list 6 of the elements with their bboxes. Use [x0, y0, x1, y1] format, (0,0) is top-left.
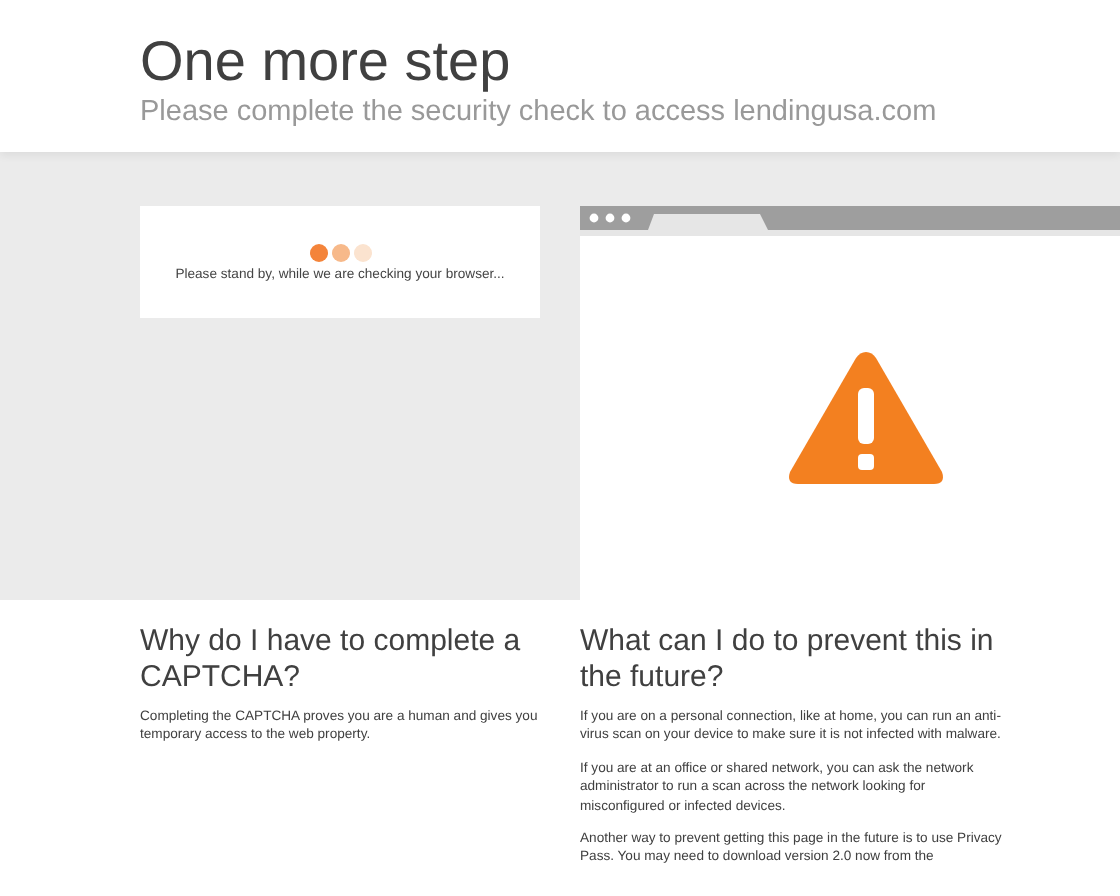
section-heading: Why do I have to complete a CAPTCHA?: [140, 624, 523, 696]
page-title: One more step: [140, 30, 513, 94]
section-heading: What can I do to prevent this in the future?: [580, 624, 996, 696]
warning-icon: [786, 348, 946, 488]
window-dots-icon: [588, 212, 632, 224]
page-subtitle: Please complete the security check to access lendingusa.com: [140, 96, 939, 128]
